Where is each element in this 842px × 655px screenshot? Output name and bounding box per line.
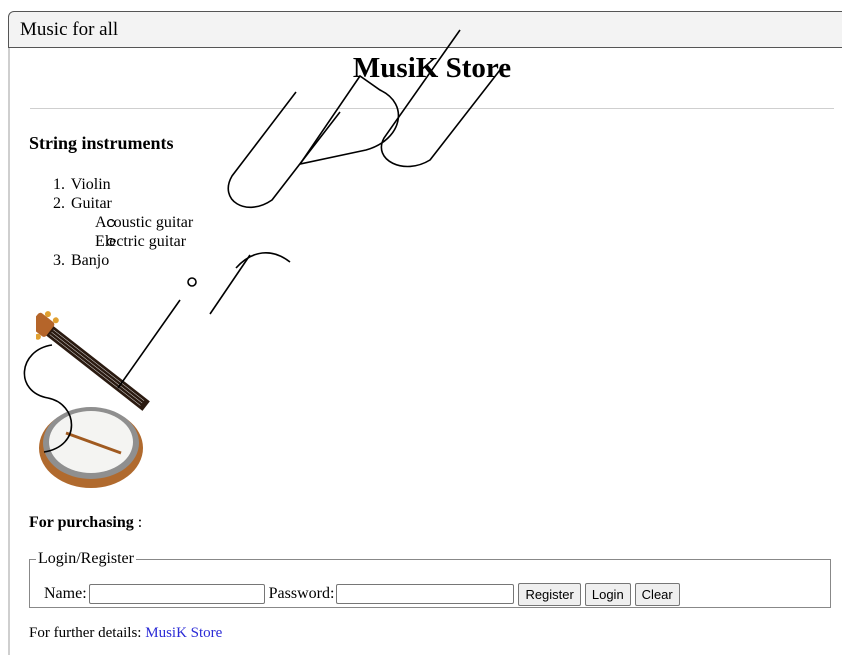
sublist-item-acoustic: Acoustic guitar	[79, 213, 193, 232]
banjo-image	[27, 293, 226, 493]
guitar-sublist: Acoustic guitar Electric guitar	[53, 213, 193, 251]
left-border	[8, 48, 10, 655]
instrument-list: 1. Violin 2. Guitar Acoustic guitar Elec…	[53, 175, 193, 270]
list-number: 2.	[53, 195, 65, 212]
name-input[interactable]	[88, 584, 265, 604]
page-title: MusiK Store	[352, 52, 512, 84]
login-register-fieldset: Login/Register Name: Password: Register …	[29, 550, 831, 608]
horizontal-divider	[30, 108, 834, 109]
instruments-heading: String instruments	[29, 133, 174, 153]
purchase-suffix: :	[133, 514, 143, 531]
name-label: Name:	[44, 585, 87, 602]
login-field-row: Name: Password: Register Login Clear	[44, 582, 684, 606]
list-item-label: Violin	[70, 176, 111, 193]
login-legend: Login/Register	[38, 550, 134, 567]
password-input[interactable]	[336, 584, 515, 604]
password-label: Password:	[268, 585, 335, 602]
footer-prefix: For further details:	[29, 625, 146, 641]
sublist-item-electric: Electric guitar	[79, 232, 193, 251]
list-item-violin: 1. Violin	[53, 175, 193, 194]
frame-tab-label: Music for all	[20, 19, 119, 40]
list-item-label: Guitar	[71, 195, 112, 212]
list-item-guitar: 2. Guitar Acoustic guitar Electric guita…	[53, 194, 193, 251]
footer: For further details: MusiK Store	[29, 625, 222, 642]
clear-button[interactable]: Clear	[634, 582, 680, 606]
register-button[interactable]: Register	[518, 582, 581, 606]
musik-store-link[interactable]: MusiK Store	[145, 625, 222, 641]
list-number: 1.	[53, 176, 65, 193]
purchase-label: For purchasing	[29, 514, 134, 531]
login-button[interactable]: Login	[584, 582, 631, 606]
purchase-text: For purchasing :	[29, 514, 142, 532]
list-item-banjo: 3. Banjo	[53, 251, 193, 270]
list-number: 3.	[53, 252, 65, 269]
frame-tab: Music for all	[8, 11, 842, 48]
list-item-label: Banjo	[71, 252, 110, 269]
